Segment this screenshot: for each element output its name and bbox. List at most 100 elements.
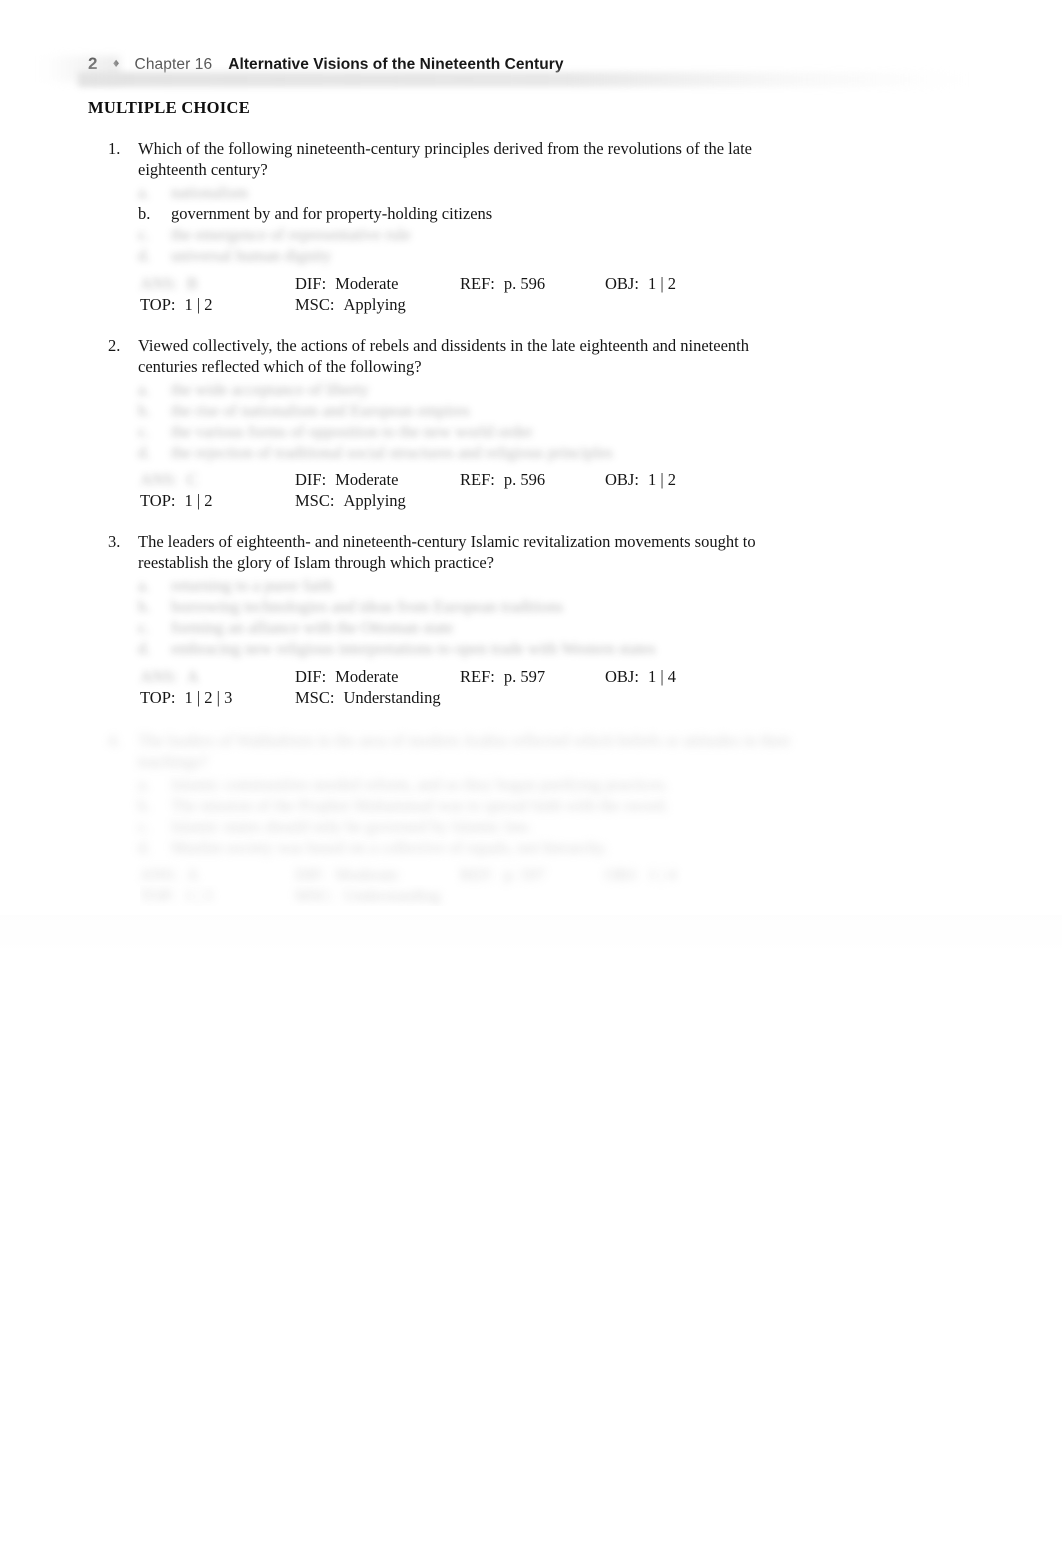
question-stem-row: 1. Which of the following nineteenth-cen… <box>108 138 908 180</box>
option-letter: c. <box>138 225 150 244</box>
msc-cell: MSC: Understanding <box>295 885 460 906</box>
dif-value: Moderate <box>335 667 399 686</box>
obj-value: 1 | 4 <box>647 667 676 686</box>
top-value: 1 | 3 <box>184 886 213 905</box>
running-header: 2 ♦ Chapter 16 Alternative Visions of th… <box>88 54 988 80</box>
msc-label: MSC: <box>295 688 335 707</box>
option-row[interactable]: b. The mission of the Prophet Muhammad w… <box>108 795 908 816</box>
obj-label: OBJ: <box>605 865 639 884</box>
question-stem: Viewed collectively, the actions of rebe… <box>138 336 749 376</box>
option-letter: a. <box>138 775 150 794</box>
page-bottom-fade <box>0 915 1062 955</box>
top-value: 1 | 2 <box>184 491 213 510</box>
option-text: the rejection of traditional social stru… <box>171 443 613 462</box>
question-stem: The leaders of Wahhabism in the area of … <box>138 731 791 771</box>
dif-label: DIF: <box>295 274 327 293</box>
question-number: 1. <box>108 139 121 158</box>
option-text: the various forms of opposition to the n… <box>171 422 533 441</box>
question-item: 4. The leaders of Wahhabism in the area … <box>108 730 908 858</box>
option-letter: d. <box>138 639 151 658</box>
option-row[interactable]: b. government by and for property-holdin… <box>108 203 908 224</box>
objective-cell: OBJ: 1 | 2 <box>605 469 765 490</box>
option-row[interactable]: a. nationalism <box>108 182 908 203</box>
ans-label: ANS: <box>140 470 178 489</box>
objective-cell: OBJ: 1 | 2 <box>605 273 765 294</box>
answer-key-row-primary: ANS: A DIF: Moderate REF: p. 597 OBJ: 1 … <box>140 666 920 687</box>
obj-label: OBJ: <box>605 274 639 293</box>
option-letter: b. <box>138 401 151 420</box>
question-stem-row: 4. The leaders of Wahhabism in the area … <box>108 730 908 772</box>
answer-key-row-secondary: TOP: 1 | 3 MSC: Understanding <box>140 885 920 906</box>
ans-label: ANS: <box>140 274 178 293</box>
topic-cell: TOP: 1 | 2 <box>140 294 295 315</box>
question-item: 3. The leaders of eighteenth- and ninete… <box>108 531 908 659</box>
answer-cell: ANS: A <box>140 666 295 687</box>
answer-key-row-secondary: TOP: 1 | 2 MSC: Applying <box>140 490 920 511</box>
option-row[interactable]: c. forming an alliance with the Ottoman … <box>108 617 908 638</box>
ans-value: A <box>186 865 199 884</box>
option-letter: c. <box>138 817 150 836</box>
option-letter: c. <box>138 618 150 637</box>
top-label: TOP: <box>140 886 176 905</box>
option-text: Muslim society was based on a collective… <box>171 838 608 857</box>
option-row[interactable]: b. the rise of nationalism and European … <box>108 400 908 421</box>
option-row[interactable]: d. Muslim society was based on a collect… <box>108 837 908 858</box>
dif-label: DIF: <box>295 667 327 686</box>
msc-cell: MSC: Applying <box>295 490 460 511</box>
chapter-label: Chapter 16 <box>134 56 213 73</box>
option-letter: b. <box>138 597 151 616</box>
msc-value: Applying <box>343 491 406 510</box>
option-letter: a. <box>138 380 150 399</box>
objective-cell: OBJ: 1 | 4 <box>605 864 765 885</box>
option-row[interactable]: a. the wide acceptance of liberty <box>108 379 908 400</box>
question-item: 1. Which of the following nineteenth-cen… <box>108 138 908 266</box>
option-text: nationalism <box>171 183 248 202</box>
answer-key-row-secondary: TOP: 1 | 2 | 3 MSC: Understanding <box>140 687 920 708</box>
option-row[interactable]: d. embracing new religious interpretatio… <box>108 638 908 659</box>
option-row[interactable]: c. the various forms of opposition to th… <box>108 421 908 442</box>
option-row[interactable]: b. borrowing technologies and ideas from… <box>108 596 908 617</box>
reference-cell: REF: p. 597 <box>460 666 605 687</box>
ref-label: REF: <box>460 865 495 884</box>
dif-label: DIF: <box>295 470 327 489</box>
ref-label: REF: <box>460 470 495 489</box>
ref-label: REF: <box>460 274 495 293</box>
option-letter: c. <box>138 422 150 441</box>
answer-key-row-primary: ANS: A DIF: Moderate REF: p. 597 OBJ: 1 … <box>140 864 920 885</box>
option-text: Islamic communities needed reform, and s… <box>171 775 669 794</box>
difficulty-cell: DIF: Moderate <box>295 666 460 687</box>
top-label: TOP: <box>140 295 176 314</box>
option-row[interactable]: c. Islamic states should only be governe… <box>108 816 908 837</box>
option-letter: d. <box>138 246 151 265</box>
answer-cell: ANS: A <box>140 864 295 885</box>
answer-key-row-primary: ANS: C DIF: Moderate REF: p. 596 OBJ: 1 … <box>140 469 920 490</box>
question-stem-row: 3. The leaders of eighteenth- and ninete… <box>108 531 908 573</box>
option-letter: a. <box>138 183 150 202</box>
ans-label: ANS: <box>140 865 178 884</box>
option-row[interactable]: c. the emergence of representative rule <box>108 224 908 245</box>
option-text: forming an alliance with the Ottoman sta… <box>171 618 454 637</box>
obj-value: 1 | 4 <box>647 865 676 884</box>
option-row[interactable]: a. Islamic communities needed reform, an… <box>108 774 908 795</box>
option-text: government by and for property-holding c… <box>171 204 493 223</box>
option-list: a. the wide acceptance of liberty b. the… <box>108 379 908 463</box>
topic-cell: TOP: 1 | 3 <box>140 885 295 906</box>
option-list: a. Islamic communities needed reform, an… <box>108 774 908 858</box>
msc-value: Understanding <box>343 688 441 707</box>
ref-value: p. 596 <box>503 274 546 293</box>
option-row[interactable]: a. returning to a purer faith <box>108 575 908 596</box>
msc-cell: MSC: Applying <box>295 294 460 315</box>
topic-cell: TOP: 1 | 2 | 3 <box>140 687 295 708</box>
option-row[interactable]: d. universal human dignity <box>108 245 908 266</box>
ans-label: ANS: <box>140 667 178 686</box>
option-letter: d. <box>138 443 151 462</box>
ref-value: p. 596 <box>503 470 546 489</box>
option-row[interactable]: d. the rejection of traditional social s… <box>108 442 908 463</box>
chapter-title: Alternative Visions of the Nineteenth Ce… <box>228 56 564 73</box>
ref-value: p. 597 <box>503 865 546 884</box>
msc-value: Applying <box>343 295 406 314</box>
msc-label: MSC: <box>295 886 335 905</box>
answer-key-block: ANS: A DIF: Moderate REF: p. 597 OBJ: 1 … <box>140 666 920 708</box>
dif-value: Moderate <box>335 274 399 293</box>
option-text: The mission of the Prophet Muhammad was … <box>171 796 669 815</box>
